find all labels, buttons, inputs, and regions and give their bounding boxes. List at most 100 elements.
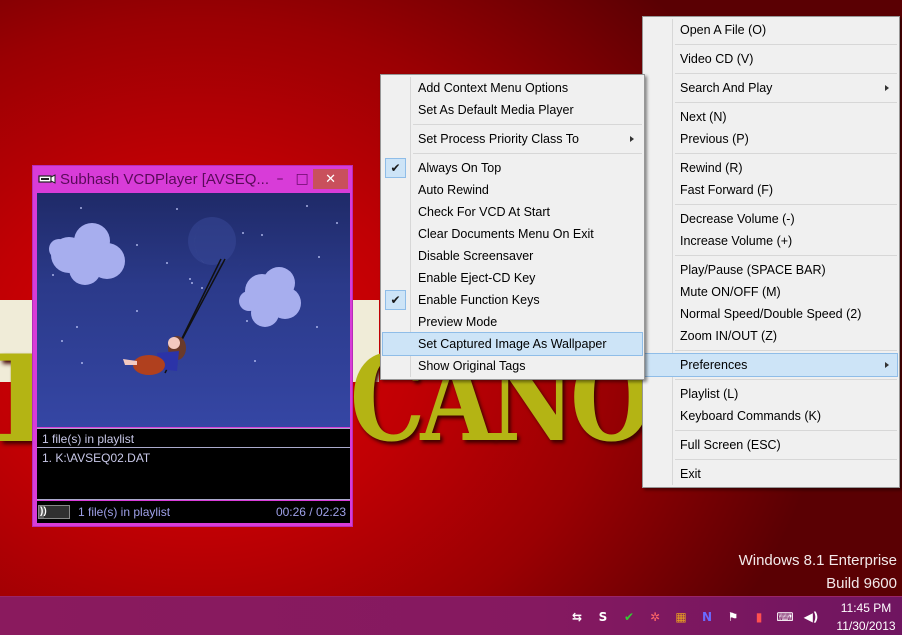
menu-item-next[interactable]: Next (N) xyxy=(645,106,897,128)
power-battery-icon[interactable]: ▮ xyxy=(751,609,767,625)
menu-item-label: Show Original Tags xyxy=(418,359,526,373)
menu-separator xyxy=(675,102,897,103)
menu-item-label: Video CD (V) xyxy=(680,52,754,66)
clock-date: 11/30/2013 xyxy=(836,618,896,633)
menu-item-decrease-volume[interactable]: Decrease Volume (-) xyxy=(645,208,897,230)
menu-separator xyxy=(675,255,897,256)
network-share-icon[interactable]: ✲ xyxy=(647,609,663,625)
network-icon[interactable]: ⌨ xyxy=(776,609,793,625)
seek-bar[interactable]: )) xyxy=(38,505,70,519)
girl-on-swing xyxy=(123,258,226,375)
menu-item-label: Rewind (R) xyxy=(680,161,743,175)
menu-item-always-on-top[interactable]: ✔ Always On Top xyxy=(383,157,642,179)
system-tray: ⇆ S ✔ ✲ ▦ N ⚑ ▮ ⌨ ◀) 11:45 PM 11/30/2013 xyxy=(564,597,902,635)
maximize-button[interactable]: □ xyxy=(291,169,313,189)
menu-item-preferences[interactable]: Preferences xyxy=(644,353,898,377)
menu-item-clear-documents-menu-on-exit[interactable]: Clear Documents Menu On Exit xyxy=(383,223,642,245)
taskbar: ⇆ S ✔ ✲ ▦ N ⚑ ▮ ⌨ ◀) 11:45 PM 11/30/2013 xyxy=(0,596,902,635)
menu-separator xyxy=(675,44,897,45)
menu-item-open-a-file[interactable]: Open A File (O) xyxy=(645,19,897,41)
menu-item-check-for-vcd-at-start[interactable]: Check For VCD At Start xyxy=(383,201,642,223)
volume-icon[interactable]: ◀) xyxy=(803,609,819,625)
video-display[interactable] xyxy=(37,193,350,427)
player-titlebar[interactable]: Subhash VCDPlayer [AVSEQ... – □ ✕ xyxy=(33,166,352,192)
menu-item-label: Exit xyxy=(680,467,701,481)
norton-icon[interactable]: N xyxy=(699,609,715,625)
player-statusbar: )) 1 file(s) in playlist 00:26 / 02:23 xyxy=(37,501,350,523)
menu-item-label: Preview Mode xyxy=(418,315,498,329)
playlist-item[interactable]: 1. K:\AVSEQ02.DAT xyxy=(37,448,350,468)
vcdplayer-tray-icon[interactable]: ⇆ xyxy=(569,609,585,625)
submenu-arrow-icon xyxy=(885,362,889,368)
menu-item-label: Clear Documents Menu On Exit xyxy=(418,227,594,241)
minimize-button[interactable]: – xyxy=(269,169,291,189)
menu-item-playlist[interactable]: Playlist (L) xyxy=(645,383,897,405)
menu-item-add-context-menu-options[interactable]: Add Context Menu Options xyxy=(383,77,642,99)
menu-item-label: Enable Eject-CD Key xyxy=(418,271,536,285)
menu-item-previous[interactable]: Previous (P) xyxy=(645,128,897,150)
submenu-arrow-icon xyxy=(630,136,634,142)
playlist[interactable]: 1. K:\AVSEQ02.DAT xyxy=(37,448,350,500)
vcd-app-icon[interactable] xyxy=(38,173,56,185)
submenu-arrow-icon xyxy=(885,85,889,91)
checkmark-icon: ✔ xyxy=(385,158,406,178)
menu-item-label: Set As Default Media Player xyxy=(418,103,574,117)
menu-item-set-as-default-media-player[interactable]: Set As Default Media Player xyxy=(383,99,642,121)
menu-item-label: Set Process Priority Class To xyxy=(418,132,579,146)
menu-item-label: Auto Rewind xyxy=(418,183,489,197)
player-window: Subhash VCDPlayer [AVSEQ... – □ ✕ 1 file… xyxy=(32,165,353,527)
menu-item-normal-speed-double-speed[interactable]: Normal Speed/Double Speed (2) xyxy=(645,303,897,325)
menu-item-preview-mode[interactable]: Preview Mode xyxy=(383,311,642,333)
menu-item-label: Play/Pause (SPACE BAR) xyxy=(680,263,826,277)
playlist-header: 1 file(s) in playlist xyxy=(37,428,350,448)
menu-item-set-captured-image-as-wallpaper[interactable]: Set Captured Image As Wallpaper xyxy=(382,332,643,356)
seek-knob-icon[interactable]: )) xyxy=(40,506,47,518)
menu-separator xyxy=(413,124,642,125)
menu-separator xyxy=(675,204,897,205)
menu-item-increase-volume[interactable]: Increase Volume (+) xyxy=(645,230,897,252)
action-center-flag-icon[interactable]: ⚑ xyxy=(725,609,741,625)
menu-separator xyxy=(675,73,897,74)
menu-item-label: Playlist (L) xyxy=(680,387,739,401)
menu-item-label: Next (N) xyxy=(680,110,727,124)
windows-build-watermark: Build 9600 xyxy=(826,575,897,592)
menu-item-exit[interactable]: Exit xyxy=(645,463,897,485)
menu-separator xyxy=(675,430,897,431)
menu-item-label: Check For VCD At Start xyxy=(418,205,550,219)
menu-item-enable-function-keys[interactable]: ✔ Enable Function Keys xyxy=(383,289,642,311)
close-button[interactable]: ✕ xyxy=(313,169,348,189)
menu-item-label: Disable Screensaver xyxy=(418,249,534,263)
menu-item-label: Full Screen (ESC) xyxy=(680,438,781,452)
usb-safe-remove-icon[interactable]: ✔ xyxy=(621,609,637,625)
menu-item-label: Keyboard Commands (K) xyxy=(680,409,822,423)
menu-item-auto-rewind[interactable]: Auto Rewind xyxy=(383,179,642,201)
winrar-icon[interactable]: ▦ xyxy=(673,609,689,625)
menu-item-show-original-tags[interactable]: Show Original Tags xyxy=(383,355,642,377)
menu-item-label: Previous (P) xyxy=(680,132,749,146)
menu-item-label: Normal Speed/Double Speed (2) xyxy=(680,307,862,321)
menu-item-disable-screensaver[interactable]: Disable Screensaver xyxy=(383,245,642,267)
menu-item-mute-on-off[interactable]: Mute ON/OFF (M) xyxy=(645,281,897,303)
menu-item-set-process-priority-class-to[interactable]: Set Process Priority Class To xyxy=(383,128,642,150)
clock[interactable]: 11:45 PM 11/30/2013 xyxy=(830,599,902,635)
menu-item-label: Fast Forward (F) xyxy=(680,183,774,197)
menu-item-keyboard-commands[interactable]: Keyboard Commands (K) xyxy=(645,405,897,427)
menu-item-fast-forward[interactable]: Fast Forward (F) xyxy=(645,179,897,201)
menu-item-label: Always On Top xyxy=(418,161,502,175)
menu-item-play-pause[interactable]: Play/Pause (SPACE BAR) xyxy=(645,259,897,281)
menu-item-enable-eject-cd-key[interactable]: Enable Eject-CD Key xyxy=(383,267,642,289)
menu-separator xyxy=(675,153,897,154)
main-context-menu: Open A File (O) Video CD (V) Search And Pl… xyxy=(642,16,900,488)
menu-item-full-screen[interactable]: Full Screen (ESC) xyxy=(645,434,897,456)
checkmark-icon: ✔ xyxy=(385,290,406,310)
menu-item-label: Add Context Menu Options xyxy=(418,81,569,95)
preferences-submenu: Add Context Menu Options Set As Default M… xyxy=(380,74,645,380)
menu-item-zoom-in-out[interactable]: Zoom IN/OUT (Z) xyxy=(645,325,897,347)
menu-item-video-cd[interactable]: Video CD (V) xyxy=(645,48,897,70)
menu-item-rewind[interactable]: Rewind (R) xyxy=(645,157,897,179)
cloud-right xyxy=(239,267,301,327)
menu-item-label: Zoom IN/OUT (Z) xyxy=(680,329,777,343)
skype-tray-icon[interactable]: S xyxy=(595,609,611,625)
menu-item-search-and-play[interactable]: Search And Play xyxy=(645,77,897,99)
menu-separator xyxy=(675,350,897,351)
